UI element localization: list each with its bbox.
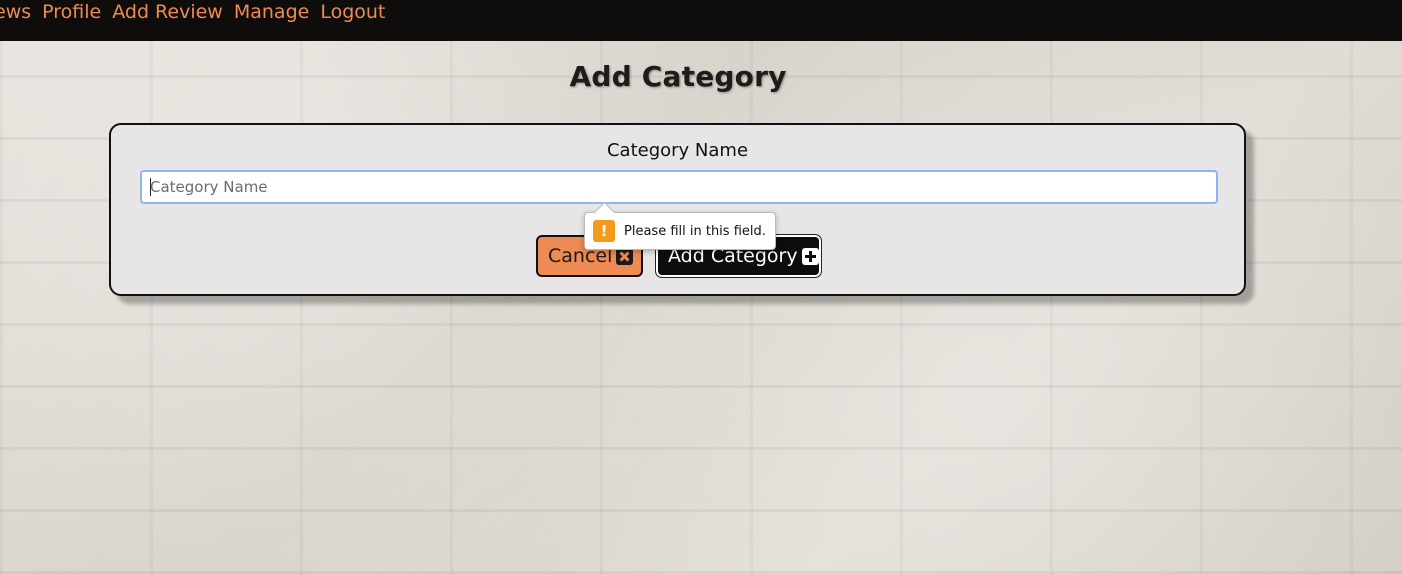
text-caret bbox=[150, 178, 151, 196]
nav-link-logout[interactable]: Logout bbox=[320, 0, 385, 24]
nav-link-reviews[interactable]: ews bbox=[0, 0, 31, 24]
nav-links: ews Profile Add Review Manage Logout bbox=[0, 0, 385, 24]
nav-link-manage[interactable]: Manage bbox=[234, 0, 309, 24]
page-title: Add Category bbox=[569, 60, 787, 93]
top-navbar: ews Profile Add Review Manage Logout bbox=[0, 0, 1402, 41]
warning-icon: ! bbox=[593, 220, 615, 242]
nav-link-profile[interactable]: Profile bbox=[42, 0, 101, 24]
add-category-form: Category Name Cancel Add Category bbox=[109, 123, 1246, 296]
close-icon bbox=[616, 247, 634, 265]
validation-tooltip: ! Please fill in this field. bbox=[584, 201, 776, 250]
plus-square-icon bbox=[801, 247, 819, 265]
category-name-label: Category Name bbox=[606, 140, 749, 161]
validation-message: Please fill in this field. bbox=[624, 223, 766, 239]
category-name-input[interactable] bbox=[140, 170, 1218, 204]
nav-link-add-review[interactable]: Add Review bbox=[112, 0, 223, 24]
